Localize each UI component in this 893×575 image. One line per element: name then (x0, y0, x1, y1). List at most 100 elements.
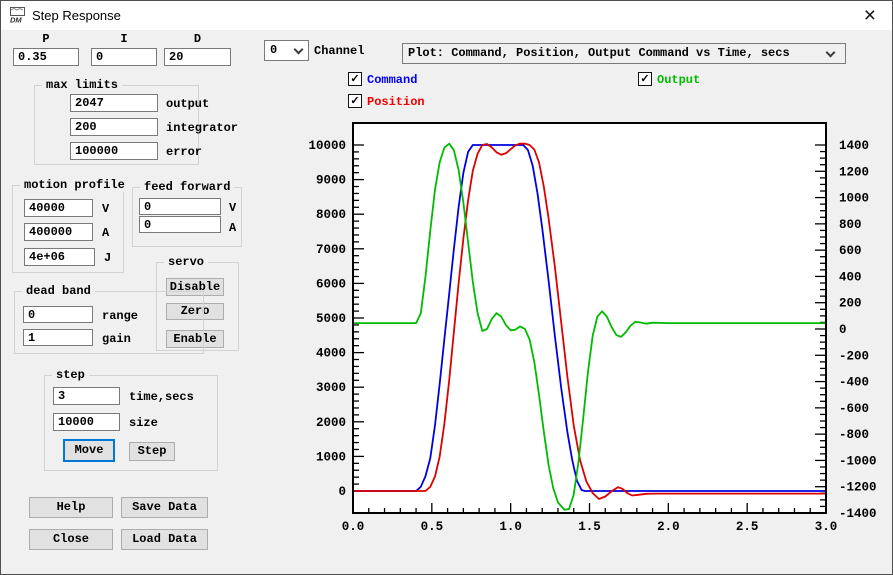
svg-text:-1200: -1200 (839, 481, 877, 495)
svg-text:-600: -600 (839, 402, 869, 416)
position-checkbox[interactable]: ✓ (348, 94, 362, 108)
svg-text:1400: 1400 (839, 139, 869, 153)
max-limits-group: max limits output integrator error (34, 78, 238, 165)
svg-text:2.5: 2.5 (736, 520, 759, 534)
svg-text:-800: -800 (839, 428, 869, 442)
d-input[interactable] (164, 48, 231, 66)
svg-text:-1000: -1000 (839, 454, 877, 468)
close-icon[interactable]: × (864, 2, 876, 29)
svg-text:2000: 2000 (316, 416, 346, 430)
svg-text:3.0: 3.0 (815, 520, 838, 534)
plot-select-value: Plot: Command, Position, Output Command … (408, 46, 790, 60)
ff-velocity-input[interactable] (139, 198, 221, 215)
help-button[interactable]: Help (29, 497, 113, 518)
velocity-input[interactable] (24, 199, 93, 217)
svg-text:0.5: 0.5 (421, 520, 444, 534)
i-input[interactable] (91, 48, 157, 66)
svg-text:400: 400 (839, 270, 862, 284)
svg-text:1000: 1000 (839, 192, 869, 206)
jerk-input[interactable] (24, 248, 95, 266)
svg-text:5000: 5000 (316, 312, 346, 326)
chevron-down-icon (825, 47, 836, 58)
output-limit-label: output (166, 97, 210, 111)
svg-text:200: 200 (839, 297, 862, 311)
svg-text:DM: DM (10, 16, 22, 25)
svg-text:1.5: 1.5 (578, 520, 601, 534)
step-group: step time,secs size Move Step (44, 368, 218, 471)
feed-forward-title: feed forward (140, 180, 235, 194)
feed-forward-group: feed forward V A (132, 180, 242, 247)
position-checkbox-label: Position (367, 95, 425, 109)
command-checkbox[interactable]: ✓ (348, 72, 362, 86)
svg-text:-1400: -1400 (839, 507, 877, 521)
dead-band-title: dead band (22, 284, 95, 298)
step-title: step (52, 368, 89, 382)
dead-band-group: dead band range gain (14, 284, 204, 354)
range-input[interactable] (23, 306, 93, 323)
load-data-button[interactable]: Load Data (121, 529, 208, 550)
svg-text:1200: 1200 (839, 165, 869, 179)
acceleration-label: A (102, 226, 110, 240)
plot-select[interactable]: Plot: Command, Position, Output Command … (402, 43, 846, 64)
servo-title: servo (164, 255, 209, 269)
acceleration-input[interactable] (24, 223, 93, 241)
step-size-label: size (129, 416, 158, 430)
svg-text:8000: 8000 (316, 208, 346, 222)
window-title: Step Response (32, 8, 121, 23)
velocity-label: V (102, 202, 110, 216)
error-limit-label: error (166, 145, 203, 159)
jerk-label: J (104, 251, 112, 265)
output-limit-input[interactable] (70, 94, 158, 112)
ff-acceleration-label: A (229, 221, 237, 235)
svg-text:600: 600 (839, 244, 862, 258)
step-time-input[interactable] (53, 387, 120, 405)
i-label: I (120, 32, 128, 46)
gain-input[interactable] (23, 329, 93, 346)
move-button[interactable]: Move (63, 439, 115, 462)
channel-value: 0 (270, 43, 278, 57)
channel-select[interactable]: 0 (264, 40, 309, 61)
svg-text:-200: -200 (839, 349, 869, 363)
output-checkbox-label: Output (657, 73, 701, 87)
svg-text:6000: 6000 (316, 277, 346, 291)
gain-label: gain (102, 332, 131, 346)
svg-text:7000: 7000 (316, 243, 346, 257)
motion-profile-title: motion profile (20, 178, 129, 192)
svg-text:-400: -400 (839, 376, 869, 390)
step-button[interactable]: Step (129, 442, 175, 461)
error-limit-input[interactable] (70, 142, 158, 160)
svg-text:3000: 3000 (316, 381, 346, 395)
range-label: range (102, 309, 139, 323)
integrator-limit-label: integrator (166, 121, 239, 135)
max-limits-title: max limits (42, 78, 123, 92)
svg-text:2.0: 2.0 (657, 520, 680, 534)
svg-text:4000: 4000 (316, 347, 346, 361)
svg-text:0: 0 (338, 485, 346, 499)
step-response-chart: 0.0 0.5 1.0 1.5 2.0 2.5 3.00100020003000400050… (308, 122, 877, 534)
chevron-down-icon (293, 44, 304, 55)
motion-profile-group: motion profile V A J (12, 178, 129, 273)
svg-text:0.0: 0.0 (342, 520, 365, 534)
step-time-label: time,secs (129, 390, 194, 404)
p-input[interactable] (13, 48, 79, 66)
ff-velocity-label: V (229, 201, 237, 215)
step-size-input[interactable] (53, 413, 120, 431)
channel-label: Channel (314, 44, 365, 58)
svg-text:1000: 1000 (316, 450, 346, 464)
svg-text:10000: 10000 (308, 139, 346, 153)
app-icon: DM (9, 6, 27, 25)
titlebar: DM Step Response × (1, 1, 892, 30)
integrator-limit-input[interactable] (70, 118, 158, 136)
svg-text:9000: 9000 (316, 174, 346, 188)
svg-text:0: 0 (839, 323, 847, 337)
close-button[interactable]: Close (29, 529, 113, 550)
p-label: P (42, 32, 50, 46)
svg-text:1.0: 1.0 (499, 520, 522, 534)
step-response-window: DM Step Response × P I D max limits outp… (0, 0, 893, 575)
command-checkbox-label: Command (367, 73, 418, 87)
save-data-button[interactable]: Save Data (121, 497, 208, 518)
output-checkbox[interactable]: ✓ (638, 72, 652, 86)
d-label: D (193, 32, 202, 46)
svg-text:800: 800 (839, 218, 862, 232)
ff-acceleration-input[interactable] (139, 216, 221, 233)
